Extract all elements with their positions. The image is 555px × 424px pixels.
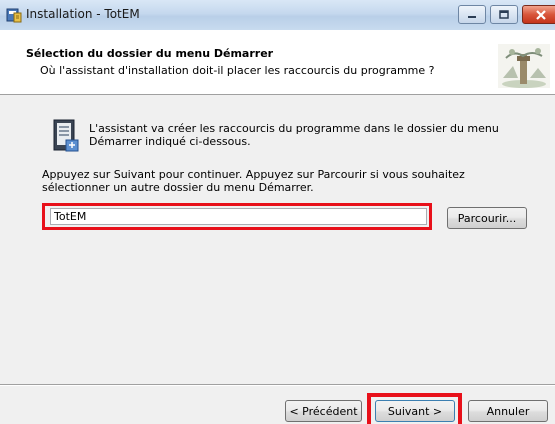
previous-button[interactable]: < Précédent bbox=[285, 400, 362, 422]
cancel-button[interactable]: Annuler bbox=[468, 400, 548, 422]
next-button[interactable]: Suivant > bbox=[375, 400, 455, 422]
instruction-text-line1: Appuyez sur Suivant pour continuer. Appu… bbox=[42, 168, 465, 181]
minimize-icon bbox=[468, 15, 476, 18]
close-button[interactable] bbox=[522, 5, 555, 24]
minimize-button[interactable] bbox=[458, 5, 486, 24]
totem-logo bbox=[498, 44, 550, 88]
footer-separator bbox=[0, 384, 555, 386]
title-bar[interactable]: Installation - TotEM bbox=[0, 0, 555, 30]
page-title: Sélection du dossier du menu Démarrer bbox=[26, 47, 274, 60]
instruction-text-line2: sélectionner un autre dossier du menu Dé… bbox=[42, 181, 314, 194]
installer-window: Installation - TotEM Sélection du dossie… bbox=[0, 0, 555, 424]
start-menu-folder-input[interactable] bbox=[50, 208, 427, 225]
info-text-line1: L'assistant va créer les raccourcis du p… bbox=[89, 122, 499, 135]
maximize-button[interactable] bbox=[490, 5, 518, 24]
page-subtitle: Où l'assistant d'installation doit-il pl… bbox=[40, 64, 435, 77]
info-text-line2: Démarrer indiqué ci-dessous. bbox=[89, 135, 251, 148]
close-icon bbox=[536, 9, 546, 20]
maximize-icon bbox=[499, 9, 509, 19]
browse-button[interactable]: Parcourir... bbox=[447, 207, 527, 229]
program-folder-icon bbox=[53, 119, 79, 152]
wizard-header: Sélection du dossier du menu Démarrer Où… bbox=[0, 30, 555, 95]
window-title: Installation - TotEM bbox=[26, 7, 140, 21]
installer-icon bbox=[6, 8, 22, 23]
